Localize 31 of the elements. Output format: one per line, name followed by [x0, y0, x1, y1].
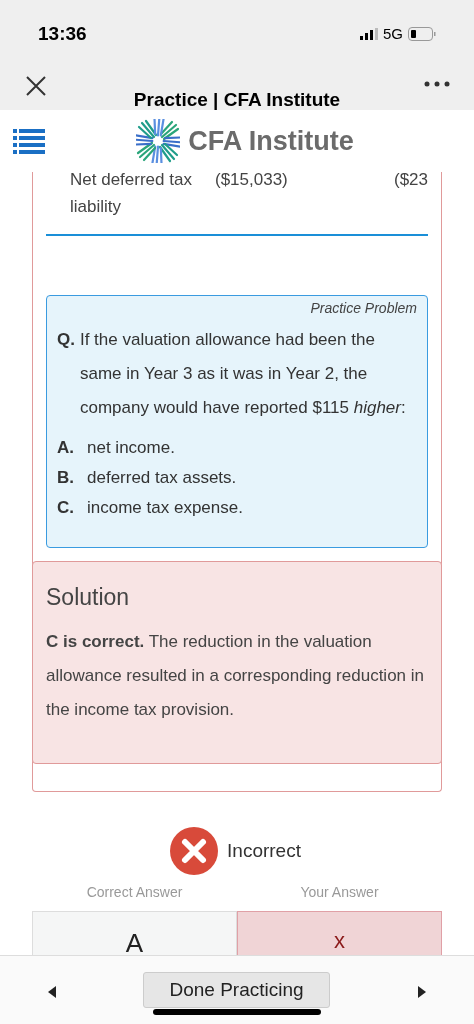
- option-letter: C.: [57, 497, 75, 519]
- solution-title: Solution: [46, 583, 131, 612]
- result-label: Incorrect: [227, 838, 301, 863]
- question-label: Q.: [57, 329, 75, 351]
- option-text: income tax expense.: [87, 497, 243, 519]
- close-icon[interactable]: [26, 76, 46, 96]
- network-label: 5G: [383, 24, 403, 44]
- error-icon: [169, 826, 220, 876]
- battery-icon: [408, 27, 436, 42]
- answer-heading: Correct Answer: [86, 883, 183, 902]
- menu-icon[interactable]: [13, 129, 45, 154]
- logo-icon: [136, 119, 181, 163]
- table-cell-text: ($15,033): [215, 169, 289, 191]
- solution-text: C is correct. The reduction in the valuation allowance resulted in a corresponding reduction in the income tax provision.: [46, 630, 425, 721]
- signal-icon: [360, 28, 378, 41]
- table-cell-text: Net deferred tax liability: [70, 169, 193, 218]
- question-text: If the valuation allowance had been the same in Year 3 as it was in Year 2, the company would have reported $115 higher:: [79, 329, 407, 419]
- table-cell-text: ($23: [393, 169, 428, 191]
- previous-icon[interactable]: [48, 986, 56, 998]
- page-title: Practice | CFA Institute: [132, 88, 342, 112]
- problem-tag: Practice Problem: [310, 298, 417, 319]
- more-icon[interactable]: [424, 81, 450, 87]
- option-text: deferred tax assets.: [87, 467, 237, 489]
- next-icon[interactable]: [418, 986, 426, 998]
- done-practicing-button[interactable]: Done Practicing: [143, 972, 330, 1008]
- option-letter: A.: [57, 437, 75, 459]
- option-letter: B.: [57, 467, 75, 489]
- option-text: net income.: [87, 437, 175, 459]
- answer-heading: Your Answer: [300, 883, 379, 902]
- logo-text: CFA Institute: [188, 124, 354, 158]
- status-time: 13:36: [38, 22, 87, 46]
